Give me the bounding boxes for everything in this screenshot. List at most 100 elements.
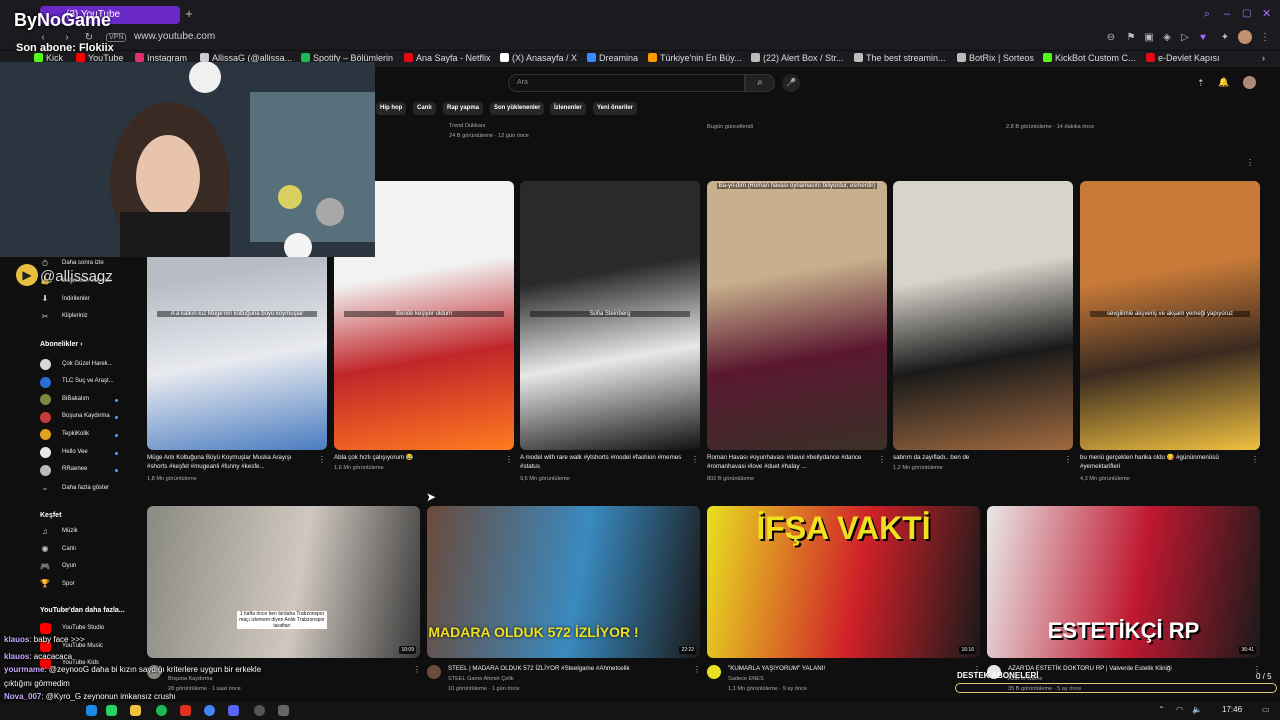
channel-avatar[interactable] bbox=[427, 665, 441, 679]
sidebar-subscription[interactable]: TepkiKolik bbox=[62, 431, 89, 437]
sidebar-item-live[interactable]: Canlı bbox=[62, 546, 76, 552]
chip[interactable]: Rap yapma bbox=[443, 102, 484, 115]
bookmark-item[interactable]: e-Devlet Kapısı bbox=[1146, 53, 1220, 63]
bookmark-item[interactable]: Dreamina bbox=[587, 53, 638, 63]
sidebar-item-downloads[interactable]: İndirilenler bbox=[62, 296, 90, 302]
sidebar-item-studio[interactable]: YouTube Studio bbox=[62, 625, 104, 631]
sidebar-item-music[interactable]: Müzik bbox=[62, 528, 78, 534]
sidebar-subscription[interactable]: Hello Vee bbox=[62, 449, 88, 455]
zoom-icon[interactable]: ⊖ bbox=[1104, 31, 1118, 45]
screenshot-icon[interactable]: ▣ bbox=[1142, 31, 1156, 45]
video-title[interactable]: "KUMARLA YAŞIYORUM" YALANI! bbox=[728, 664, 971, 673]
puzzle-icon[interactable]: ✦ bbox=[1218, 31, 1232, 45]
short-thumbnail[interactable]: Sofia Steinberg bbox=[520, 181, 700, 450]
notifications-icon[interactable]: 🔔 bbox=[1218, 77, 1229, 88]
search-button[interactable]: ⌕ bbox=[745, 74, 775, 92]
mic-icon[interactable]: 🎤 bbox=[782, 74, 800, 92]
sidebar-item-clips[interactable]: Klipleriniz bbox=[62, 313, 88, 319]
upload-icon[interactable]: ⇡ bbox=[1197, 78, 1205, 89]
wifi-icon[interactable]: ◠ bbox=[1176, 705, 1183, 714]
chip[interactable]: Canlı bbox=[413, 102, 436, 115]
taskbar-app-icon[interactable] bbox=[86, 705, 97, 716]
close-icon[interactable]: ✕ bbox=[1262, 7, 1271, 20]
chip[interactable]: Yeni öneriler bbox=[593, 102, 638, 115]
short-thumbnail[interactable]: Ba-yıl-dım (Roman havası oynamasını bili… bbox=[707, 181, 887, 450]
short-title[interactable]: bu menü gerçekten harika oldu 😋 #gününme… bbox=[1080, 453, 1246, 471]
heart-icon[interactable]: ♥ bbox=[1196, 31, 1210, 45]
yt-avatar[interactable] bbox=[1243, 76, 1256, 89]
discord-icon[interactable] bbox=[228, 705, 239, 716]
video-menu-icon[interactable]: ⋮ bbox=[413, 665, 421, 674]
sidebar-item-gaming[interactable]: Oyun bbox=[62, 563, 76, 569]
bookmarks-overflow-icon[interactable]: › bbox=[1262, 53, 1265, 63]
video-title[interactable]: AZAR'DA ESTETİK DOKTORU RP | Valverde Es… bbox=[1008, 664, 1251, 673]
video-menu-icon[interactable]: ⋮ bbox=[693, 665, 701, 674]
channel-name[interactable]: Sadece ENES bbox=[728, 676, 764, 682]
profile-avatar[interactable] bbox=[1238, 30, 1252, 44]
search-input[interactable]: Ara bbox=[508, 74, 745, 92]
short-menu-icon[interactable]: ⋮ bbox=[1251, 455, 1259, 464]
minimize-icon[interactable]: – bbox=[1224, 8, 1230, 20]
folder-icon[interactable] bbox=[130, 705, 141, 716]
opera-icon[interactable] bbox=[180, 705, 191, 716]
chip[interactable]: Son yüklenenler bbox=[490, 102, 545, 115]
short-thumbnail[interactable] bbox=[893, 181, 1073, 450]
spotify-taskbar-icon[interactable] bbox=[156, 705, 167, 716]
video-thumbnail[interactable]: İFŞA VAKTİ 16:16 bbox=[707, 506, 980, 658]
short-menu-icon[interactable]: ⋮ bbox=[878, 455, 886, 464]
bookmark-icon[interactable]: ⚑ bbox=[1124, 31, 1138, 45]
video-title[interactable]: STEEL | MADARA OLDUK 572 İZLİYOR #Steelg… bbox=[448, 664, 691, 673]
short-thumbnail[interactable]: sevgilimle alışveriş ve akşam yemeği yap… bbox=[1080, 181, 1260, 450]
short-title[interactable]: Roman Havası #oyunhavası #davul #bellyda… bbox=[707, 453, 873, 471]
clock[interactable]: 17:46 bbox=[1222, 705, 1242, 714]
chip[interactable]: Hip hop bbox=[376, 102, 407, 115]
tray-chevron-icon[interactable]: ⌃ bbox=[1158, 705, 1165, 714]
new-tab-button[interactable]: + bbox=[182, 6, 196, 22]
channel-avatar[interactable] bbox=[707, 665, 721, 679]
shelf-menu-icon[interactable]: ⋮ bbox=[1246, 158, 1254, 167]
chip[interactable]: İzlenenler bbox=[550, 102, 586, 115]
search-icon[interactable]: ⌕ bbox=[1204, 8, 1210, 21]
play-icon[interactable]: ▷ bbox=[1178, 31, 1192, 45]
extension-icon[interactable]: ◈ bbox=[1160, 31, 1174, 45]
sidebar-subscription[interactable]: BiBakalım bbox=[62, 396, 89, 402]
sidebar-subscription[interactable]: Çok Güzel Harek... bbox=[62, 361, 113, 367]
notification-center-icon[interactable]: ▭ bbox=[1262, 705, 1270, 714]
short-menu-icon[interactable]: ⋮ bbox=[505, 455, 513, 464]
sidebar-subscription[interactable]: TLC Suç ve Araşt... bbox=[62, 378, 114, 384]
sidebar-subscription[interactable]: Boşuna Kaydırma bbox=[62, 413, 110, 419]
bookmark-item[interactable]: (22) Alert Box / Str... bbox=[751, 53, 844, 63]
url-field[interactable]: www.youtube.com bbox=[134, 31, 215, 42]
bookmark-item[interactable]: (X) Anasayfa / X bbox=[500, 53, 577, 63]
bookmark-item[interactable]: The best streamin... bbox=[854, 53, 946, 63]
vpn-badge[interactable]: VPN bbox=[106, 33, 127, 42]
obs-icon[interactable] bbox=[254, 705, 265, 716]
bookmark-item[interactable]: BotRix | Sorteos bbox=[957, 53, 1034, 63]
short-title[interactable]: sabrım da zayıfladı.. ben de bbox=[893, 453, 1059, 462]
short-menu-icon[interactable]: ⋮ bbox=[318, 455, 326, 464]
bookmark-item[interactable]: Ana Sayfa - Netflix bbox=[404, 53, 491, 63]
bookmark-item[interactable]: Türkiye'nin En Büy... bbox=[648, 53, 742, 63]
sidebar-item-sports[interactable]: Spor bbox=[62, 581, 75, 587]
chrome-icon[interactable] bbox=[204, 705, 215, 716]
maximize-icon[interactable]: ▢ bbox=[1242, 8, 1251, 19]
volume-icon[interactable]: 🔈 bbox=[1192, 705, 1202, 714]
video-thumbnail[interactable]: 1 hafta önce ben birdaha Trabzonspor maç… bbox=[147, 506, 420, 658]
video-thumbnail[interactable]: ESTETİKÇİ RP 36:41 bbox=[987, 506, 1260, 658]
short-title[interactable]: Müge Anlı Koltuğuna Büyü Koymuşlar Muska… bbox=[147, 453, 313, 471]
whatsapp-icon[interactable] bbox=[106, 705, 117, 716]
bookmark-item[interactable]: KickBot Custom C... bbox=[1043, 53, 1136, 63]
sidebar-subscription[interactable]: RRaenee bbox=[62, 466, 87, 472]
channel-name[interactable]: STEEL Game Ahmet Çelik bbox=[448, 676, 514, 682]
subscriptions-heading[interactable]: Abonelikler › bbox=[40, 341, 82, 348]
sidebar-item-watch-later[interactable]: Daha sonra izle bbox=[62, 260, 104, 266]
short-menu-icon[interactable]: ⋮ bbox=[1064, 455, 1072, 464]
short-title[interactable]: A model with rare walk #ytshorts #model … bbox=[520, 453, 686, 471]
menu-icon[interactable]: ⋮ bbox=[1258, 31, 1272, 45]
show-more-button[interactable]: Daha fazla göster bbox=[62, 485, 109, 491]
short-menu-icon[interactable]: ⋮ bbox=[691, 455, 699, 464]
app-icon[interactable] bbox=[278, 705, 289, 716]
video-thumbnail[interactable]: MADARA OLDUK 572 İZLİYOR ! 22:22 bbox=[427, 506, 700, 658]
channel-name[interactable]: Boşuna Kaydırma bbox=[168, 676, 212, 682]
short-title[interactable]: Abla çok hızlı çalışıyorum 😂 bbox=[334, 453, 500, 462]
